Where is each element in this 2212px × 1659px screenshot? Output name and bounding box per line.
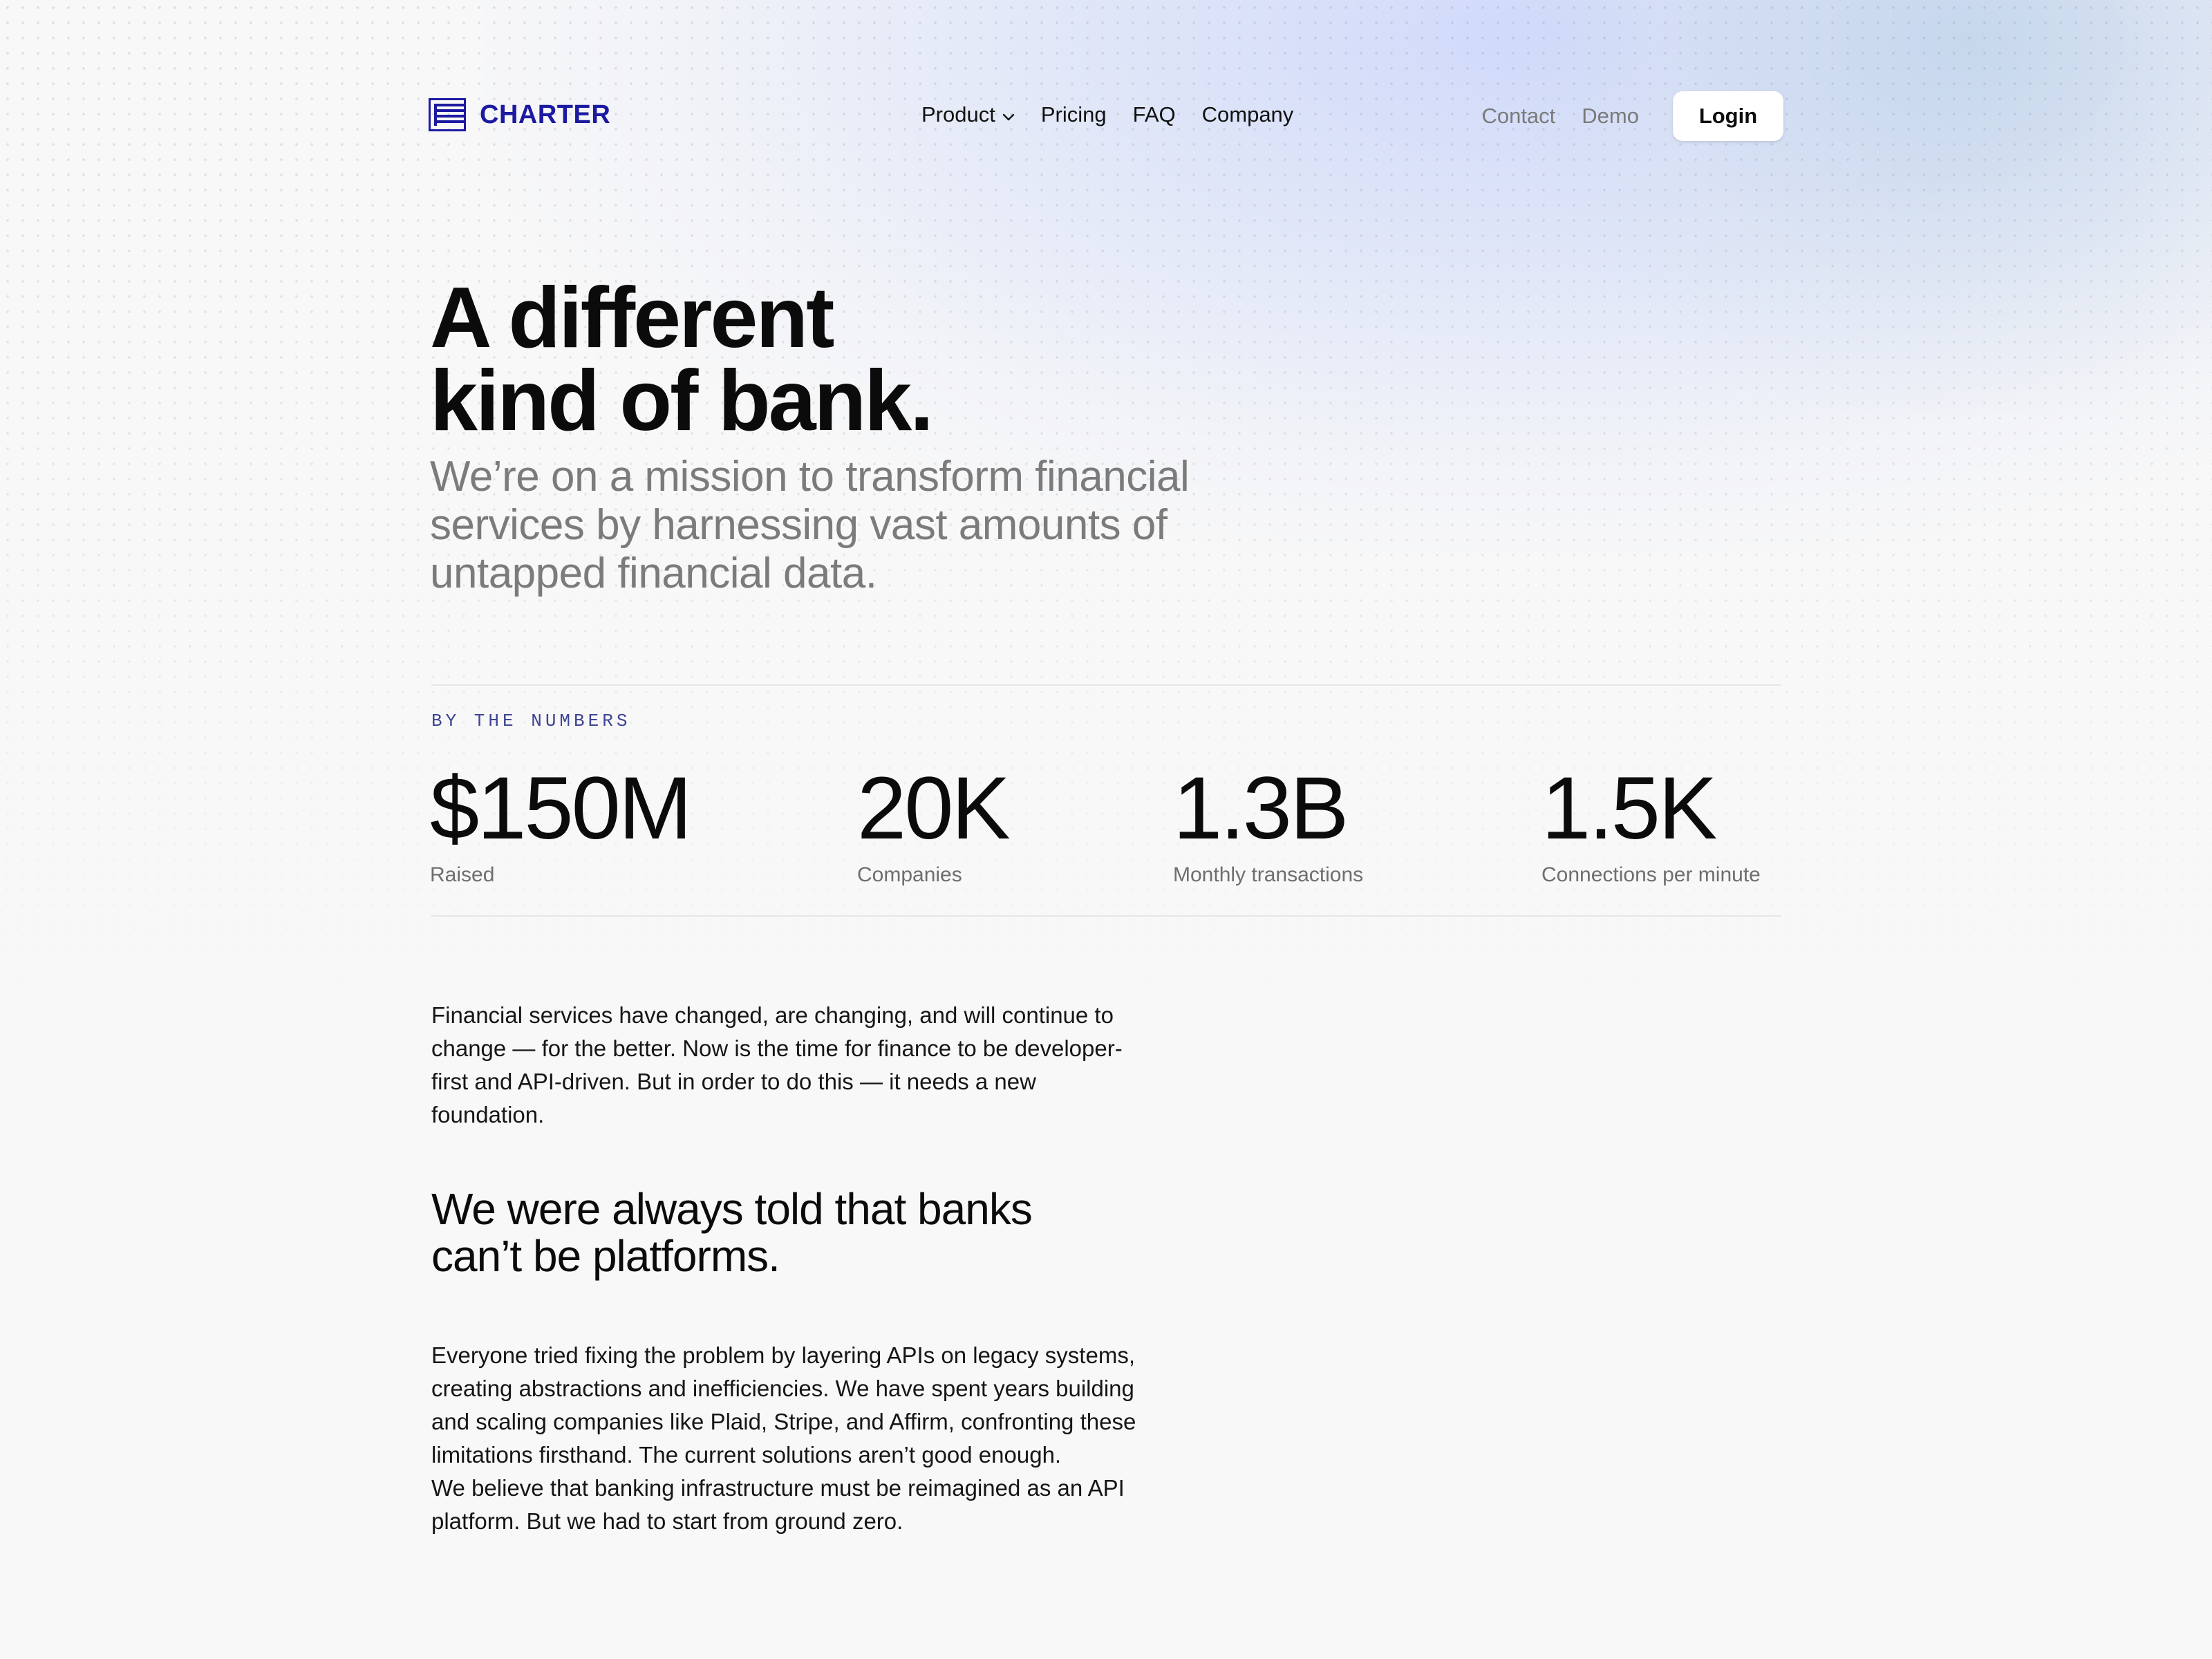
top-navigation: CHARTER Product Pricing FAQ Company Cont…: [429, 90, 1783, 142]
numbers-top-divider: [431, 684, 1781, 686]
login-button[interactable]: Login: [1673, 91, 1783, 141]
stat-monthly-transactions: 1.3B Monthly transactions: [1173, 764, 1363, 887]
stat-label: Monthly transactions: [1173, 863, 1364, 886]
chevron-down-icon: [1002, 102, 1015, 127]
nav-product-dropdown[interactable]: Product: [921, 102, 1015, 127]
body-line: We believe that banking infrastructure m…: [431, 1475, 1125, 1501]
stat-label: Connections per minute: [1541, 863, 1761, 886]
numbers-bottom-divider: [431, 915, 1781, 917]
body-line: creating abstractions and inefficiencies…: [431, 1376, 1134, 1401]
intro-line: foundation.: [431, 1102, 545, 1127]
body-line: limitations firsthand. The current solut…: [431, 1442, 1062, 1468]
body-line: platform. But we had to start from groun…: [431, 1508, 903, 1534]
stat-companies: 20K Companies: [857, 759, 1011, 887]
body-line: and scaling companies like Plaid, Stripe…: [431, 1409, 1136, 1434]
hero-title-line-2: kind of bank.: [430, 353, 934, 449]
nav-company-link[interactable]: Company: [1202, 102, 1294, 127]
brand-logo-link[interactable]: CHARTER: [429, 98, 610, 131]
hero-subtitle-line-1: We’re on a mission to transform financia…: [430, 453, 1190, 500]
stat-label: Companies: [857, 863, 962, 886]
page: CHARTER Product Pricing FAQ Company Cont…: [0, 0, 2212, 1659]
nav-actions: Contact Demo Login: [1481, 90, 1783, 142]
stat-value: $150M: [430, 759, 692, 858]
background-glow-secondary: [1521, 0, 2212, 415]
brand-name: CHARTER: [480, 100, 611, 129]
intro-paragraph: Financial services have changed, are cha…: [431, 999, 1219, 1132]
nav-pricing-link[interactable]: Pricing: [1041, 102, 1107, 127]
stat-value: 20K: [857, 759, 1011, 858]
stat-value: 1.3B: [1173, 759, 1349, 858]
hero-title-line-1: A different: [430, 270, 834, 366]
stat-value: 1.5K: [1541, 759, 1717, 858]
stat-connections-per-minute: 1.5K Connections per minute: [1541, 764, 1761, 887]
hero-subtitle-line-3: untapped financial data.: [430, 550, 877, 597]
intro-line: Financial services have changed, are cha…: [431, 1002, 1114, 1028]
nav-contact-link[interactable]: Contact: [1481, 104, 1555, 129]
section-heading: We were always told that banks can’t be …: [431, 1185, 1192, 1280]
hero-subtitle: We’re on a mission to transform financia…: [430, 453, 1329, 598]
intro-line: first and API-driven. But in order to do…: [431, 1069, 1036, 1094]
stat-label: Raised: [430, 863, 495, 886]
nav-faq-link[interactable]: FAQ: [1133, 102, 1176, 127]
numbers-section-label: BY THE NUMBERS: [431, 711, 631, 731]
nav-product-label: Product: [921, 102, 995, 126]
hero-title: A different kind of bank.: [430, 275, 934, 444]
stat-raised: $150M Raised: [430, 759, 692, 887]
section-heading-line-1: We were always told that banks: [431, 1184, 1033, 1234]
section-heading-line-2: can’t be platforms.: [431, 1231, 780, 1281]
charter-logo-icon: [429, 98, 466, 131]
hero-subtitle-line-2: services by harnessing vast amounts of: [430, 501, 1168, 549]
nav-demo-link[interactable]: Demo: [1582, 104, 1639, 129]
main-menu: Product Pricing FAQ Company: [921, 102, 1293, 127]
intro-line: change — for the better. Now is the time…: [431, 1035, 1123, 1061]
body-line: Everyone tried fixing the problem by lay…: [431, 1342, 1135, 1368]
body-paragraph: Everyone tried fixing the problem by lay…: [431, 1339, 1219, 1538]
